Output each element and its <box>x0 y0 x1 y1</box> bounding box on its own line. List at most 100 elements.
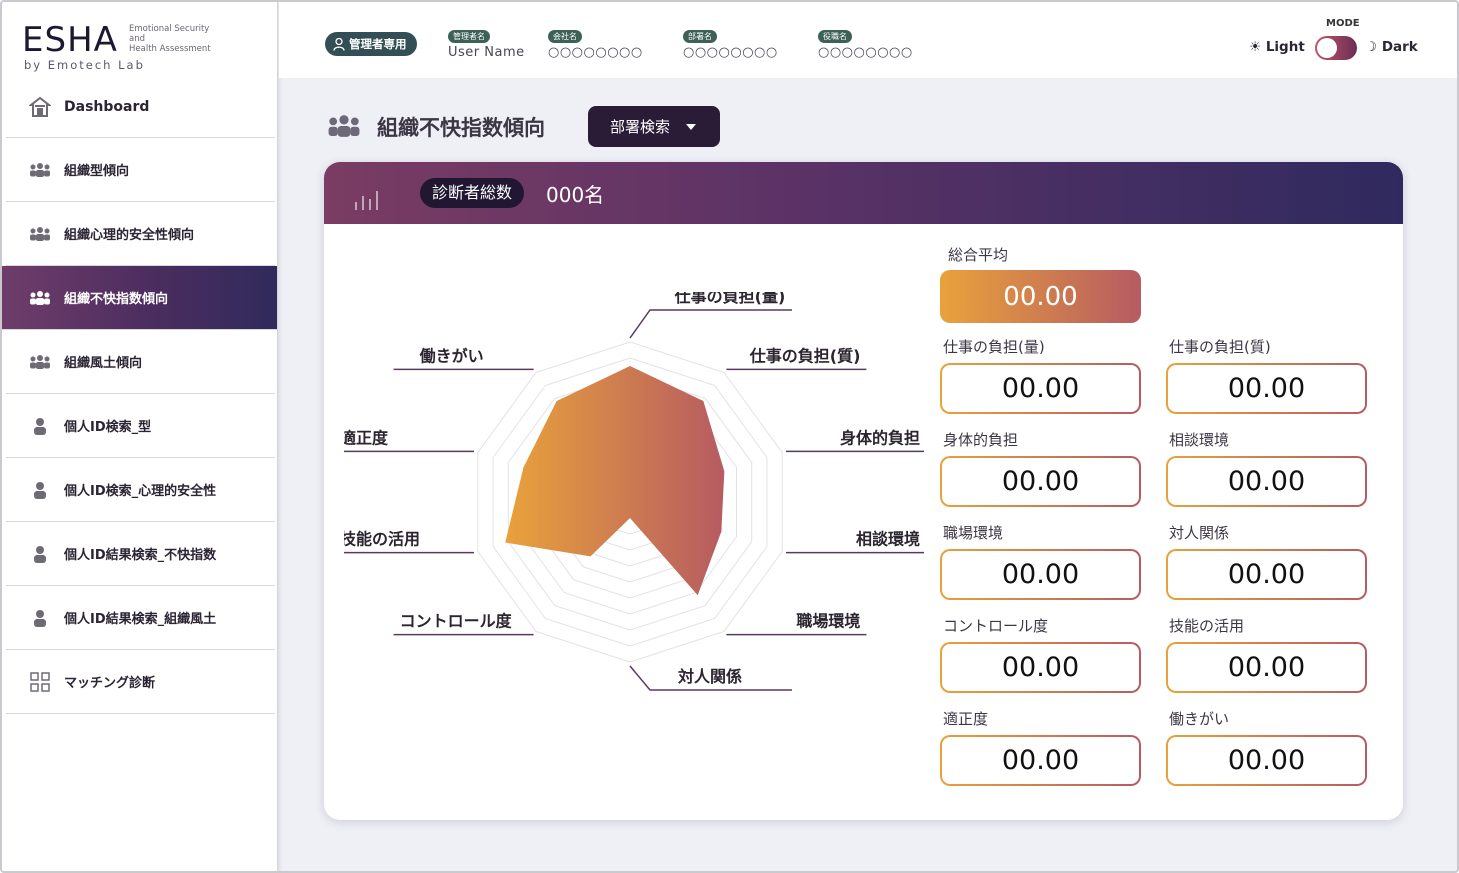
score-label: 職場環境 <box>943 524 1004 542</box>
radar-axis-label: 働きがい <box>419 346 484 365</box>
manager-tag: 管理者名 <box>448 30 490 43</box>
sidebar-item-label: 組織不快指数傾向 <box>64 292 169 307</box>
grid-icon <box>28 671 52 692</box>
sidebar-item-label: 個人ID結果検索_不快指数 <box>64 548 217 563</box>
logo-wordmark: ESHA <box>22 20 118 60</box>
dark-mode-option[interactable]: ☽ Dark <box>1365 39 1418 55</box>
score-value: 00.00 <box>940 642 1141 693</box>
logo-subtitle-line: Health Assessment <box>129 44 211 54</box>
score-label: 仕事の負担(質) <box>1169 338 1271 356</box>
group-icon <box>28 288 52 308</box>
discomfort-card: 診断者総数 000名 仕事の負担(量) 仕事の負担(質) 身体的負担 相談環境 職場環境… <box>324 162 1403 820</box>
mode-label: MODE <box>1326 18 1360 29</box>
company-field: 会社名 ○○○○○○○○ <box>548 24 643 60</box>
department-field: 部署名 ○○○○○○○○ <box>683 24 778 60</box>
toggle-knob <box>1317 38 1337 58</box>
moon-icon: ☽ <box>1365 39 1378 55</box>
group-icon <box>327 113 361 143</box>
radar-axis-label: 仕事の負担(質) <box>749 346 861 365</box>
logo-byline: by Emotech Lab <box>24 58 145 72</box>
total-respondents-label: 診断者総数 <box>420 178 525 208</box>
sidebar-item-label: 個人ID検索_型 <box>64 420 152 435</box>
sidebar-item-label: Dashboard <box>64 98 150 115</box>
radar-axis-label: 技能の活用 <box>344 530 420 549</box>
company-value: ○○○○○○○○ <box>548 45 643 60</box>
score-value: 00.00 <box>1166 456 1367 507</box>
role-tag: 役職名 <box>818 30 852 43</box>
card-header: 診断者総数 000名 <box>324 162 1403 224</box>
top-header: 管理者専用 管理者名 User Name 会社名 ○○○○○○○○ 部署名 ○○… <box>279 2 1457 78</box>
score-label: 相談環境 <box>1169 431 1230 449</box>
score-label: 働きがい <box>1169 710 1230 728</box>
sidebar-item-label: 個人ID結果検索_組織風土 <box>64 612 217 627</box>
app-window: ESHA Emotional Security and Health Asses… <box>0 0 1459 873</box>
sidebar-item-label: 組織風土傾向 <box>64 356 143 371</box>
radar-axis-label: コントロール度 <box>400 612 513 631</box>
radar-axis-label: 適正度 <box>344 428 389 447</box>
radar-axis-label: 相談環境 <box>856 530 920 549</box>
radar-axis-label: 対人関係 <box>677 667 742 686</box>
department-tag: 部署名 <box>683 30 717 43</box>
company-tag: 会社名 <box>548 30 582 43</box>
score-label: 身体的負担 <box>943 431 1019 449</box>
person-icon <box>28 416 52 436</box>
total-respondents-value: 000名 <box>546 183 605 207</box>
radar-label-line <box>629 309 792 339</box>
sidebar-nav: Dashboard 組織型傾向 組織心理的安全性傾向 組織不快指数傾向 組織風土… <box>2 76 277 714</box>
bar-chart-icon <box>354 188 384 214</box>
light-label: Light <box>1265 39 1305 55</box>
score-label: 仕事の負担(量) <box>943 338 1045 356</box>
sidebar-item-id-type[interactable]: 個人ID検索_型 <box>6 394 275 458</box>
mode-switcher: MODE ☀ Light ☽ Dark <box>1249 18 1429 68</box>
department-search-label: 部署検索 <box>610 118 671 136</box>
score-value: 00.00 <box>940 456 1141 507</box>
sidebar-item-label: 個人ID検索_心理的安全性 <box>64 484 217 499</box>
sidebar-item-label: マッチング診断 <box>64 676 156 691</box>
group-icon <box>28 160 52 180</box>
score-value: 00.00 <box>1166 642 1367 693</box>
sidebar-item-matching[interactable]: マッチング診断 <box>6 650 275 714</box>
light-mode-option[interactable]: ☀ Light <box>1249 39 1305 55</box>
sidebar-item-label: 組織型傾向 <box>64 164 130 179</box>
radar-chart: 仕事の負担(量) 仕事の負担(質) 身体的負担相談環境職場環境対人関係 コントロール度… <box>344 292 924 691</box>
score-label: 技能の活用 <box>1169 617 1245 635</box>
logo-subtitle-line: Emotional Security <box>129 24 210 34</box>
department-value: ○○○○○○○○ <box>683 45 778 60</box>
sidebar-item-org-type[interactable]: 組織型傾向 <box>6 138 275 202</box>
sidebar-item-discomfort-index[interactable]: 組織不快指数傾向 <box>2 266 277 330</box>
mode-toggle[interactable] <box>1315 36 1357 60</box>
radar-axis-label: 仕事の負担(量) <box>674 292 786 306</box>
group-icon <box>28 352 52 372</box>
radar-axis-label: 身体的負担 <box>840 428 920 447</box>
manager-field: 管理者名 User Name <box>448 24 525 60</box>
group-icon <box>28 224 52 244</box>
logo: ESHA Emotional Security and Health Asses… <box>22 20 262 76</box>
overall-average-label: 総合平均 <box>948 246 1009 264</box>
score-value: 00.00 <box>1166 549 1367 600</box>
overall-average-value: 00.00 <box>940 270 1141 323</box>
caret-down-icon <box>686 123 697 130</box>
sidebar-item-id-climate[interactable]: 個人ID結果検索_組織風土 <box>6 586 275 650</box>
page-title: 組織不快指数傾向 <box>377 116 545 140</box>
sidebar-item-psych-safety[interactable]: 組織心理的安全性傾向 <box>6 202 275 266</box>
score-label: コントロール度 <box>943 617 1049 635</box>
sidebar-item-org-climate[interactable]: 組織風土傾向 <box>6 330 275 394</box>
admin-badge-label: 管理者専用 <box>349 37 407 51</box>
person-icon <box>28 608 52 628</box>
score-value: 00.00 <box>1166 735 1367 786</box>
logo-subtitle-line: and <box>129 34 145 44</box>
dark-label: Dark <box>1381 39 1418 55</box>
sidebar-item-dashboard[interactable]: Dashboard <box>6 76 275 138</box>
person-icon <box>28 544 52 564</box>
score-value: 00.00 <box>940 549 1141 600</box>
sidebar-item-id-psych[interactable]: 個人ID検索_心理的安全性 <box>6 458 275 522</box>
score-label: 対人関係 <box>1169 524 1230 542</box>
radar-axis-label: 職場環境 <box>796 612 860 631</box>
sidebar-item-id-discomfort[interactable]: 個人ID結果検索_不快指数 <box>6 522 275 586</box>
sun-icon: ☀ <box>1249 39 1262 55</box>
department-search-dropdown[interactable]: 部署検索 <box>588 106 720 147</box>
admin-badge: 管理者専用 <box>325 32 417 56</box>
person-icon <box>28 480 52 500</box>
role-value: ○○○○○○○○ <box>818 45 913 60</box>
sidebar-item-label: 組織心理的安全性傾向 <box>64 228 195 243</box>
